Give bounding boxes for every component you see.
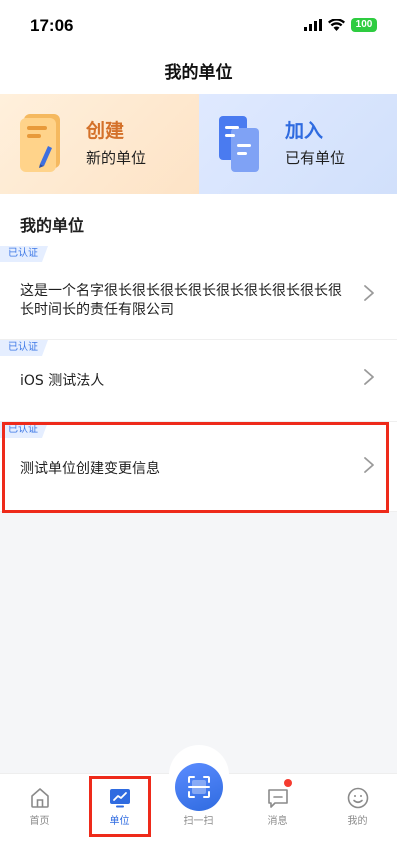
tab-label: 扫一扫: [183, 816, 214, 827]
unit-list: 已认证 这是一个名字很长很长很长很长很长很长很长很长很长时间长的责任有限公司 已…: [0, 246, 397, 512]
chevron-right-icon: [364, 457, 374, 473]
chevron-right-icon: [364, 285, 374, 301]
tab-label: 单位: [109, 816, 130, 827]
tab-label: 消息: [267, 816, 288, 827]
join-subtitle: 已有单位: [285, 149, 346, 167]
unit-icon: [110, 789, 130, 808]
profile-icon: [347, 787, 369, 809]
page-title: 我的单位: [164, 63, 233, 83]
list-item[interactable]: 已认证 这是一个名字很长很长很长很长很长很长很长很长很长时间长的责任有限公司: [0, 246, 397, 340]
document-pen-icon: [20, 114, 60, 172]
section-title: 我的单位: [20, 216, 85, 235]
scan-button[interactable]: [175, 763, 223, 811]
action-cards: 创建 新的单位 加入 已有单位: [0, 94, 397, 194]
battery-indicator: 100: [351, 18, 377, 32]
tab-label: 我的: [347, 816, 368, 827]
unit-name: iOS 测试法人: [20, 373, 105, 389]
tab-home[interactable]: 首页: [0, 774, 79, 844]
scan-icon: [188, 776, 210, 798]
create-subtitle: 新的单位: [86, 149, 147, 167]
home-icon: [31, 788, 49, 808]
unit-name: 测试单位创建变更信息: [20, 461, 160, 477]
status-bar: 17:06 100: [0, 0, 397, 48]
signal-icon: [304, 19, 322, 31]
verified-badge: 已认证: [0, 422, 48, 438]
tab-profile[interactable]: 我的: [318, 774, 397, 844]
join-unit-card[interactable]: 加入 已有单位: [199, 94, 397, 194]
verified-badge: 已认证: [0, 246, 48, 262]
nav-bar: 我的单位: [0, 48, 397, 94]
documents-icon: [219, 116, 259, 172]
create-title: 创建: [86, 120, 125, 142]
list-item[interactable]: 已认证 测试单位创建变更信息: [0, 422, 397, 512]
chevron-right-icon: [364, 369, 374, 385]
create-unit-card[interactable]: 创建 新的单位: [0, 94, 199, 194]
status-icons: 100: [304, 16, 377, 34]
tab-unit[interactable]: 单位: [80, 774, 159, 844]
tab-message[interactable]: 消息: [238, 774, 317, 844]
message-icon: [268, 789, 288, 808]
list-item[interactable]: 已认证 iOS 测试法人: [0, 340, 397, 422]
unread-dot: [284, 779, 292, 787]
tab-label: 首页: [29, 816, 50, 827]
section-header: 我的单位: [0, 194, 397, 246]
unit-name: 这是一个名字很长很长很长很长很长很长很长很长很长时间长的责任有限公司: [20, 283, 342, 318]
status-time: 17:06: [30, 16, 74, 35]
verified-badge: 已认证: [0, 340, 48, 356]
wifi-icon: [328, 19, 345, 31]
join-title: 加入: [285, 120, 324, 142]
